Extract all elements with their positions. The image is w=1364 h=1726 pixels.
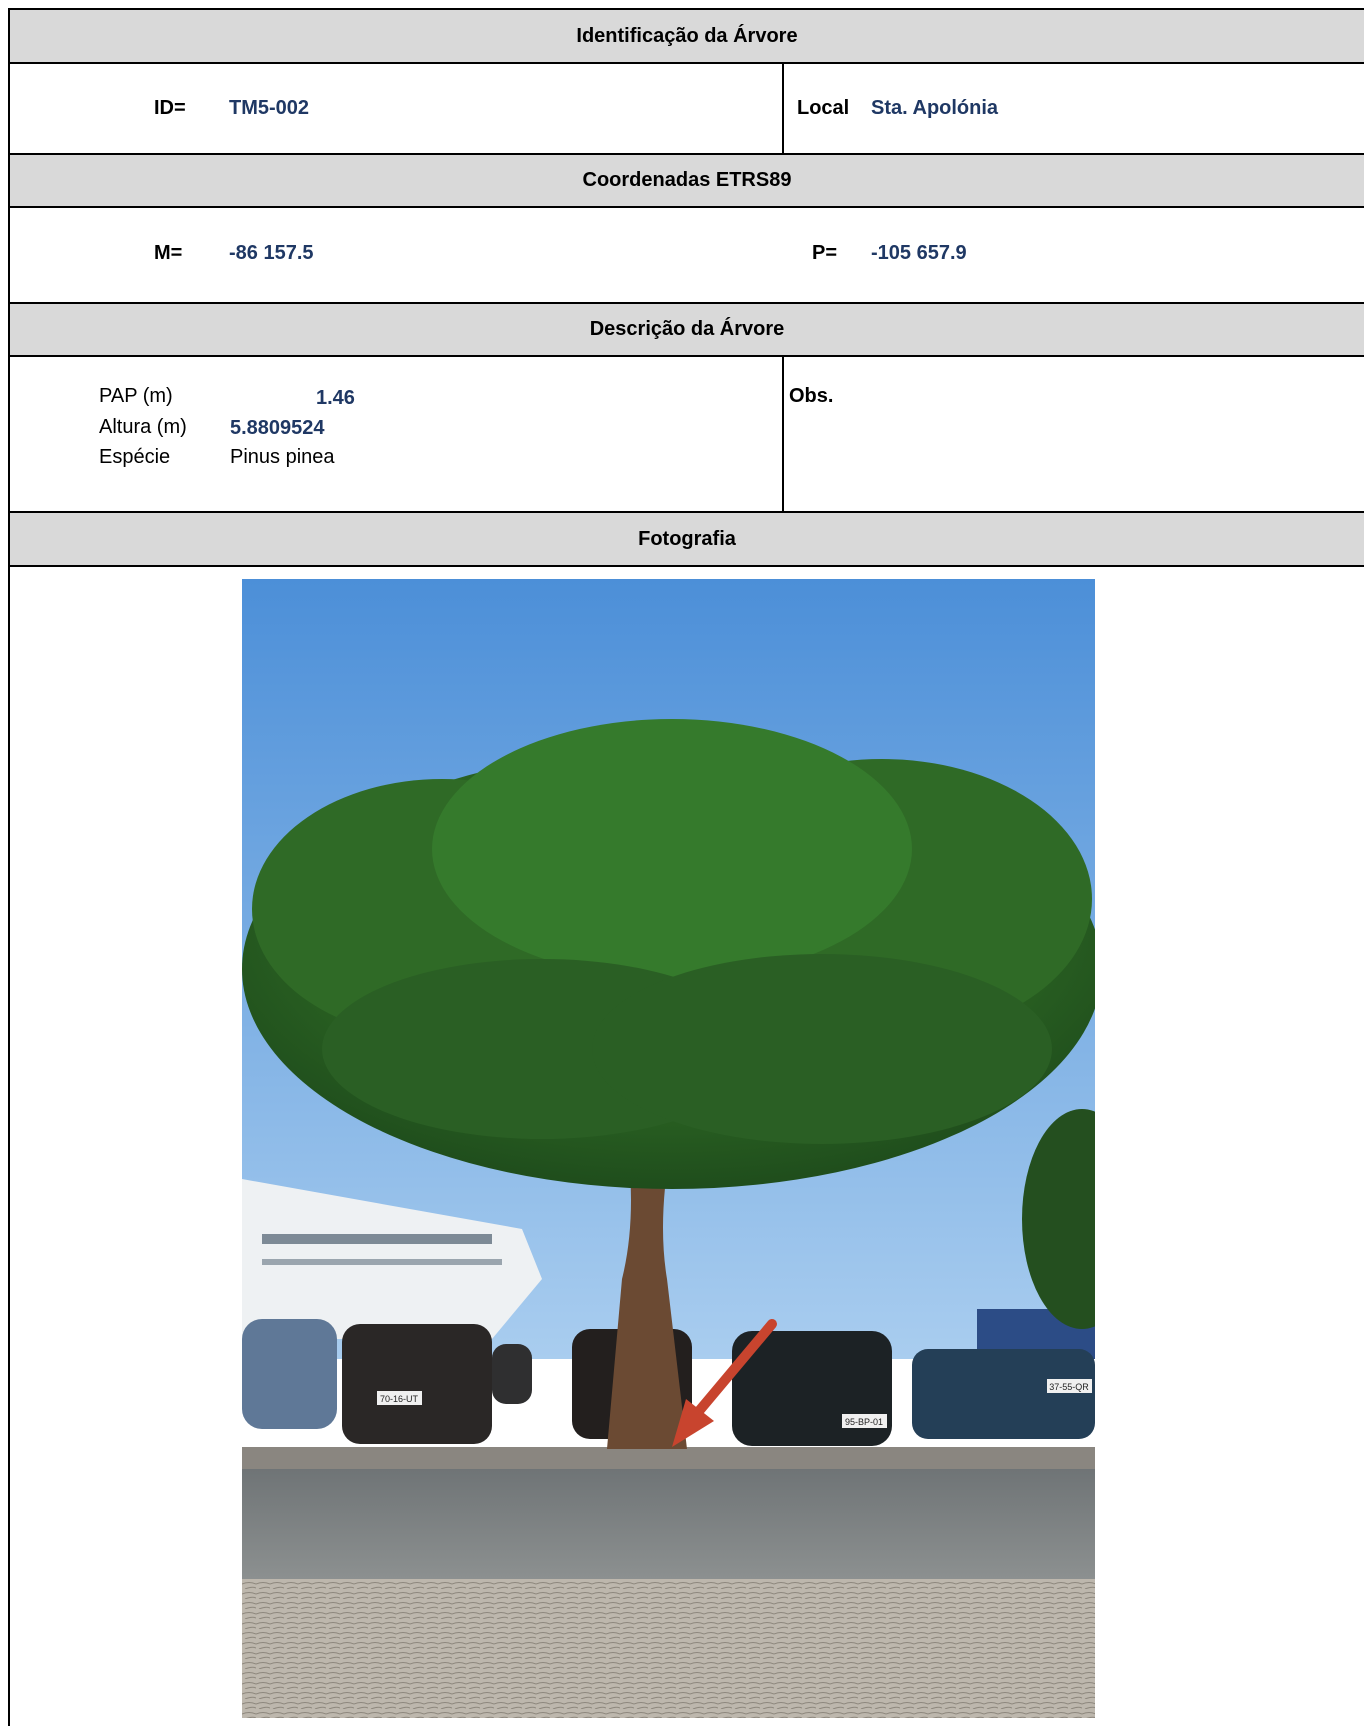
- license-plate-left: 70-16-UT: [380, 1394, 419, 1404]
- tree-photo: 70-16-UT 95-BP-01 37-55-QR: [242, 579, 1095, 1718]
- column-divider: [782, 64, 784, 153]
- coordinates-title: Coordenadas ETRS89: [582, 169, 792, 191]
- local-label: Local: [797, 97, 850, 119]
- m-label: M=: [154, 242, 183, 264]
- description-title: Descrição da Árvore: [589, 318, 785, 340]
- photo-header: Fotografia: [10, 513, 1364, 567]
- description-row: PAP (m) 1.46 Altura (m) 5.8809524 Espéci…: [10, 357, 1364, 513]
- identification-header: Identificação da Árvore: [10, 10, 1364, 64]
- curb: [242, 1447, 1095, 1469]
- m-value: -86 157.5: [229, 242, 314, 264]
- pap-label: PAP (m): [99, 385, 173, 407]
- identification-title: Identificação da Árvore: [576, 24, 798, 47]
- id-label: ID=: [154, 97, 186, 119]
- column-divider: [782, 357, 784, 511]
- road: [242, 1469, 1095, 1579]
- pap-value: 1.46: [316, 387, 355, 409]
- identification-row: ID= TM5-002 Local Sta. Apolónia: [10, 64, 1364, 155]
- license-plate-right: 37-55-QR: [1049, 1382, 1089, 1392]
- photo-title: Fotografia: [638, 527, 736, 550]
- cobblestone-pavement: [242, 1579, 1095, 1718]
- id-value: TM5-002: [229, 97, 310, 119]
- p-value: -105 657.9: [871, 242, 967, 264]
- coordinates-header: Coordenadas ETRS89: [10, 155, 1364, 208]
- species-value: Pinus pinea: [230, 446, 335, 468]
- obs-label: Obs.: [789, 385, 834, 407]
- description-header: Descrição da Árvore: [10, 304, 1364, 357]
- species-label: Espécie: [99, 446, 171, 468]
- local-value: Sta. Apolónia: [871, 97, 999, 119]
- height-label: Altura (m): [99, 416, 187, 438]
- coordinates-row: M= -86 157.5 P= -105 657.9: [10, 208, 1364, 304]
- license-plate-center: 95-BP-01: [845, 1417, 883, 1427]
- p-label: P=: [812, 242, 838, 264]
- height-value: 5.8809524: [230, 417, 325, 439]
